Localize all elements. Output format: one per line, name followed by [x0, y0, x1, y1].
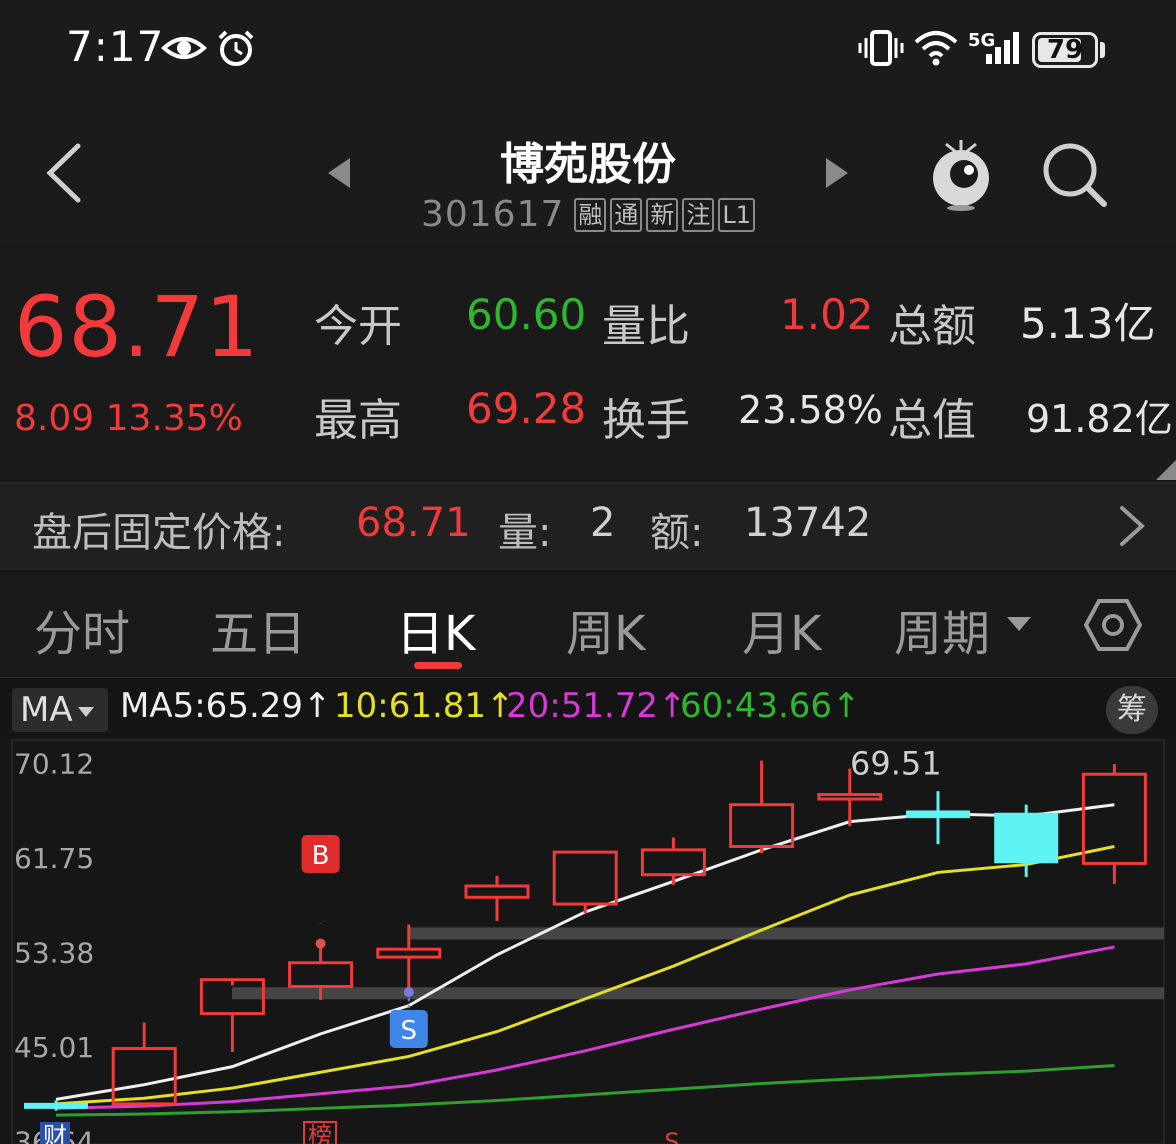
- tab-period[interactable]: 周期: [894, 594, 990, 664]
- active-tab-indicator: [414, 662, 462, 669]
- kline-chart[interactable]: 70.1261.7553.3845.0136.6469.51BS财榜S: [0, 738, 1176, 1144]
- stock-name: 博苑股份: [500, 139, 676, 190]
- battery-indicator: 79: [1032, 32, 1098, 68]
- stock-code: 301617: [420, 194, 565, 235]
- tab-weekly-k[interactable]: 周K: [566, 594, 645, 664]
- ma5-line: [55, 803, 1115, 1101]
- after-hours-label: 盘后固定价格:: [32, 510, 286, 556]
- tag-connect: 通: [610, 197, 643, 232]
- ma60-value: 60:43.66↑: [680, 686, 861, 726]
- after-hours-amt: 13742: [744, 500, 872, 546]
- ma20-value: 20:51.72↑: [506, 686, 687, 726]
- after-hours-vol-label: 量:: [498, 510, 552, 556]
- turnover-label: 换手: [602, 395, 690, 446]
- resistance-band: [408, 927, 1164, 940]
- chip-distribution-button[interactable]: 筹: [1106, 686, 1158, 734]
- vol-ratio-value: 1.02: [780, 290, 874, 339]
- eye-icon: [161, 37, 207, 59]
- dropdown-caret-icon[interactable]: [1006, 616, 1032, 632]
- turnover-value: 23.58%: [738, 388, 883, 432]
- candle-body: [729, 803, 795, 848]
- tag-level: L1: [718, 197, 756, 232]
- tag-new: 新: [646, 197, 679, 232]
- y-tick-label: 70.12: [14, 748, 94, 781]
- open-label: 今开: [314, 301, 402, 352]
- tag-registered: 注: [682, 197, 715, 232]
- event-tag-finance: 财: [43, 1122, 67, 1144]
- wifi-icon: [914, 31, 958, 66]
- settings-hexagon-icon[interactable]: [1084, 598, 1142, 652]
- candle-body: [906, 810, 970, 819]
- ma10-value: 10:61.81↑: [334, 686, 515, 726]
- after-hours-amt-label: 额:: [650, 510, 704, 556]
- high-value: 69.28: [466, 384, 587, 433]
- signal-icon: [986, 32, 1019, 64]
- sell-signal-dot: [403, 987, 414, 998]
- y-tick-label: 45.01: [14, 1031, 94, 1064]
- ma20-line: [55, 945, 1115, 1110]
- ma10-line: [55, 845, 1115, 1106]
- candle-body: [464, 884, 530, 899]
- support-band: [232, 987, 1164, 1000]
- status-time: 7:17: [66, 22, 165, 71]
- tab-monthly-k[interactable]: 月K: [742, 594, 821, 664]
- buy-signal-text: B: [312, 841, 330, 871]
- open-value: 60.60: [466, 290, 587, 339]
- mcap-value: 91.82亿: [1026, 397, 1173, 441]
- mcap-label: 总值: [888, 395, 976, 446]
- after-hours-vol: 2: [590, 500, 616, 546]
- price-change: 8.09 13.35%: [14, 398, 243, 439]
- vibrate-icon: [858, 30, 904, 66]
- after-hours-price: 68.71: [356, 500, 471, 546]
- tag-margin: 融: [574, 197, 607, 232]
- assistant-mascot-icon[interactable]: [926, 134, 996, 214]
- next-stock-icon[interactable]: [824, 156, 850, 190]
- y-tick-label: 61.75: [14, 842, 94, 875]
- alarm-icon: [218, 30, 254, 66]
- expand-corner-icon[interactable]: [1156, 460, 1176, 480]
- search-icon[interactable]: [1040, 140, 1110, 210]
- amount-label: 总额: [888, 301, 976, 352]
- stock-code-row: 301617 融 通 新 注 L1: [0, 194, 1176, 235]
- chevron-right-icon[interactable]: [1118, 504, 1146, 548]
- last-price: 68.71: [14, 278, 260, 376]
- y-tick-label: 53.38: [14, 937, 94, 970]
- sell-signal-text: S: [401, 1016, 418, 1046]
- candle-body: [552, 850, 618, 906]
- vol-ratio-label: 量比: [602, 301, 690, 352]
- tab-five-day[interactable]: 五日: [210, 594, 306, 664]
- indicator-select[interactable]: MA: [12, 688, 108, 732]
- max-price-label: 69.51: [850, 744, 942, 782]
- candle-body: [288, 961, 354, 988]
- battery-cap: [1100, 42, 1105, 58]
- amount-value: 5.13亿: [1020, 299, 1156, 348]
- high-label: 最高: [314, 395, 402, 446]
- event-tag-rank: 榜: [308, 1122, 332, 1144]
- buy-signal-dot: [315, 938, 326, 949]
- candle-body: [640, 848, 706, 877]
- select-caret-icon: [77, 706, 94, 717]
- candle-body: [24, 1102, 88, 1109]
- event-tag-s: S: [664, 1128, 679, 1144]
- candle-body: [376, 947, 442, 959]
- candle-body: [994, 812, 1059, 864]
- ma5-value: MA5:65.29↑: [120, 686, 332, 726]
- tab-intraday[interactable]: 分时: [34, 594, 130, 664]
- candle-body: [817, 793, 883, 801]
- chart-frame: [11, 739, 1165, 1144]
- tab-daily-k[interactable]: 日K: [396, 594, 475, 664]
